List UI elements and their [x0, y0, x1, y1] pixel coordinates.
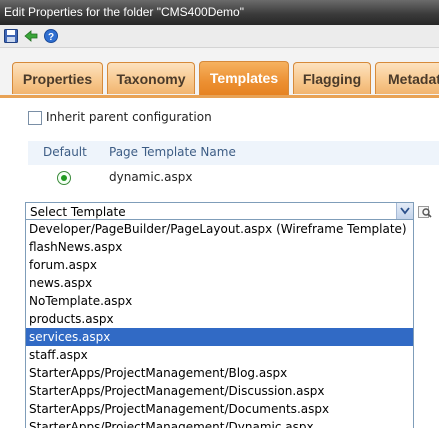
tab-metadata[interactable]: Metadat: [375, 62, 439, 94]
option-dynamic[interactable]: StarterApps/ProjectManagement/Dynamic.as…: [26, 418, 413, 428]
option-products[interactable]: products.aspx: [26, 310, 413, 328]
template-options-list[interactable]: Developer/PageBuilder/PageLayout.aspx (W…: [25, 220, 414, 428]
tab-templates[interactable]: Templates: [199, 61, 289, 95]
option-services[interactable]: services.aspx: [26, 328, 413, 346]
tab-underline: [0, 95, 439, 98]
option-notemplate[interactable]: NoTemplate.aspx: [26, 292, 413, 310]
tab-taxonomy[interactable]: Taxonomy: [107, 62, 195, 94]
template-table-header: Default Page Template Name: [28, 141, 439, 165]
option-news[interactable]: news.aspx: [26, 274, 413, 292]
default-radio[interactable]: [57, 171, 71, 185]
option-documents[interactable]: StarterApps/ProjectManagement/Documents.…: [26, 400, 413, 418]
template-select-value: Select Template: [30, 205, 126, 219]
template-select[interactable]: Select Template: [25, 202, 414, 220]
tab-flagging[interactable]: Flagging: [293, 62, 371, 94]
option-discussion[interactable]: StarterApps/ProjectManagement/Discussion…: [26, 382, 413, 400]
inherit-label: Inherit parent configuration: [46, 110, 212, 124]
option-forum[interactable]: forum.aspx: [26, 256, 413, 274]
window-title: Edit Properties for the folder "CMS400De…: [4, 5, 244, 19]
svg-text:?: ?: [48, 32, 54, 43]
option-pagelayout[interactable]: Developer/PageBuilder/PageLayout.aspx (W…: [26, 220, 413, 238]
help-icon[interactable]: ?: [43, 28, 59, 44]
chevron-down-icon[interactable]: [396, 203, 413, 219]
col-default: Default: [43, 145, 87, 159]
col-page-template-name: Page Template Name: [109, 145, 236, 159]
option-flashnews[interactable]: flashNews.aspx: [26, 238, 413, 256]
toolbar: ?: [0, 25, 439, 48]
template-name: dynamic.aspx: [109, 170, 193, 184]
save-icon[interactable]: [3, 28, 19, 44]
back-icon[interactable]: [23, 28, 39, 44]
option-staff[interactable]: staff.aspx: [26, 346, 413, 364]
window-title-bar: Edit Properties for the folder "CMS400De…: [0, 0, 439, 25]
option-blog[interactable]: StarterApps/ProjectManagement/Blog.aspx: [26, 364, 413, 382]
inherit-checkbox[interactable]: [28, 111, 42, 125]
tab-properties[interactable]: Properties: [12, 62, 103, 94]
preview-icon[interactable]: [418, 204, 432, 218]
